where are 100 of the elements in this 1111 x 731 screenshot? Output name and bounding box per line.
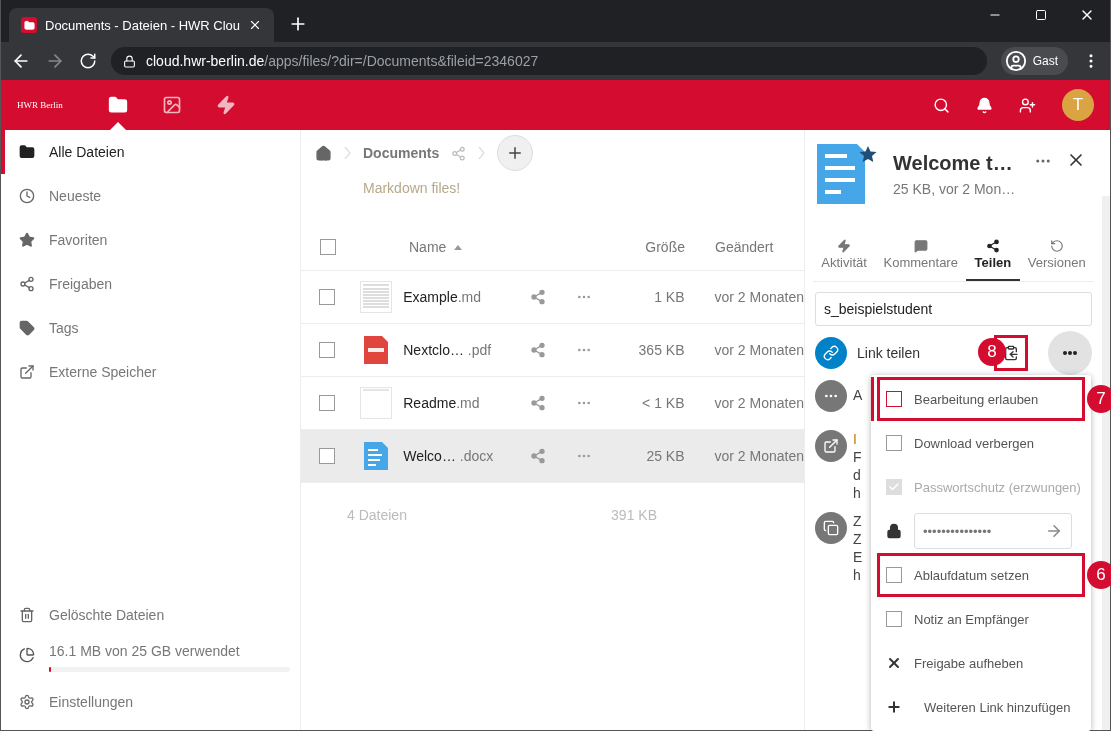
menu-item[interactable]: Ablaufdatum setzen: [877, 553, 1085, 597]
file-modified: vor 2 Monaten: [713, 342, 804, 358]
star-icon: [19, 232, 35, 248]
sidebar-item[interactable]: Freigaben: [1, 262, 300, 306]
menu-item[interactable]: Download verbergen: [877, 421, 1085, 465]
panel-tab[interactable]: Kommentare: [875, 230, 967, 281]
total-size: 391 KB: [610, 507, 657, 523]
folder-description: Markdown files!: [363, 180, 461, 196]
external-link-icon: [815, 430, 847, 462]
share-search-field[interactable]: s_beispielstudent: [815, 292, 1092, 326]
sidebar-item[interactable]: Einstellungen: [1, 680, 300, 724]
home-icon[interactable]: [315, 144, 332, 162]
share-icon: [19, 276, 35, 292]
step-marker: 6: [1087, 561, 1111, 589]
file-info: 25 KB, vor 2 Mon…: [893, 181, 1017, 197]
row-checkbox[interactable]: [319, 342, 335, 358]
row-checkbox[interactable]: [319, 289, 335, 305]
close-icon: [886, 655, 902, 671]
select-all-checkbox[interactable]: [320, 239, 336, 255]
plus-icon: [886, 699, 902, 715]
share-entry-text: d: [853, 466, 862, 484]
checkbox[interactable]: [886, 435, 902, 451]
document-icon: [364, 442, 389, 470]
text-preview-icon: [360, 281, 393, 313]
breadcrumb[interactable]: Documents: [363, 145, 440, 161]
more-icon: [1063, 351, 1077, 355]
chevron-icon: [478, 146, 486, 160]
lock-icon: [886, 523, 902, 539]
sidebar-item[interactable]: Gelöschte Dateien: [1, 593, 300, 637]
file-name[interactable]: Nextclo… .pdf: [399, 342, 515, 358]
password-field[interactable]: •••••••••••••••: [914, 513, 1072, 549]
panel-tab[interactable]: Aktivität: [813, 230, 876, 281]
file-size: 1 KB: [653, 289, 685, 305]
more-button[interactable]: [1048, 331, 1092, 375]
sidebar-item[interactable]: Favoriten: [1, 218, 300, 262]
share-entry-text: h: [853, 566, 862, 584]
pie-chart-icon: [19, 647, 35, 663]
chevron-icon: [344, 146, 351, 160]
document-icon: [815, 142, 879, 206]
new-button[interactable]: [497, 135, 534, 171]
share-entry-text: Z: [853, 512, 863, 530]
lock-icon: [123, 54, 136, 68]
search-icon[interactable]: [933, 96, 950, 114]
user-icon: [1004, 50, 1027, 72]
folder-icon: [19, 144, 35, 160]
menu-item[interactable]: Notiz an Empfänger: [877, 597, 1085, 641]
file-name[interactable]: Readme.md: [399, 395, 515, 411]
contacts-icon[interactable]: [1019, 96, 1036, 114]
address-bar[interactable]: cloud.hwr-berlin.de/apps/files/?dir=/Documents&fileid=2346027: [111, 47, 987, 75]
check-icon: [888, 481, 900, 493]
step-marker: 8: [978, 338, 1006, 366]
menu-item[interactable]: Freigabe aufheben: [877, 641, 1085, 685]
share-entry-text: F: [853, 448, 862, 466]
trash-icon: [19, 607, 35, 623]
arrow-right-icon[interactable]: [1045, 522, 1063, 540]
column-header[interactable]: Name: [409, 239, 559, 255]
share-link-label: Link teilen: [857, 345, 921, 361]
file-modified: vor 2 Monaten: [713, 289, 804, 305]
step-marker: 7: [1087, 385, 1111, 413]
reload-icon[interactable]: [79, 52, 97, 70]
sidebar-item[interactable]: Tags: [1, 306, 300, 350]
file-row[interactable]: Welco… .docx 25 KB vor 2 Monaten: [301, 430, 804, 483]
share-icon: [985, 239, 1000, 253]
file-name[interactable]: Example.md: [399, 289, 515, 305]
comment-icon: [913, 239, 928, 253]
column-header[interactable]: Größe: [559, 239, 685, 255]
checkbox[interactable]: [886, 611, 902, 627]
tag-icon: [19, 320, 35, 336]
quota-text: 16.1 MB von 25 GB verwendet: [49, 643, 241, 659]
file-modified: vor 2 Monaten: [713, 395, 804, 411]
history-icon: [1049, 239, 1064, 253]
lightning-icon: [837, 239, 852, 253]
panel-tab[interactable]: Versionen: [1019, 230, 1094, 281]
link-icon: [815, 337, 847, 369]
sidebar-item[interactable]: Externe Speicher: [1, 350, 300, 394]
share-icon[interactable]: [451, 145, 467, 161]
sidebar-item[interactable]: Neueste: [1, 174, 300, 218]
checkbox[interactable]: [886, 391, 902, 407]
checkbox[interactable]: [886, 567, 902, 583]
file-size: 365 KB: [637, 342, 685, 358]
row-checkbox[interactable]: [319, 448, 335, 464]
row-checkbox[interactable]: [319, 395, 335, 411]
share-entry-text: E: [853, 548, 863, 566]
file-size: 25 KB: [645, 448, 685, 464]
file-name[interactable]: Welco… .docx: [399, 448, 515, 464]
folder-icon: [21, 17, 37, 33]
panel-tab[interactable]: Teilen: [966, 230, 1020, 281]
windows-icon: [815, 512, 847, 544]
column-header[interactable]: Geändert: [685, 239, 774, 255]
bell-icon[interactable]: [976, 96, 993, 114]
profile-button[interactable]: Gast: [1000, 47, 1068, 75]
browser-tab[interactable]: Documents - Dateien - HWR Clou: [9, 8, 275, 42]
blank-page-icon: [360, 387, 393, 419]
settings-icon: [19, 694, 35, 710]
share-entry-text: I: [853, 430, 858, 448]
file-count: 4 Dateien: [347, 507, 408, 523]
menu-item[interactable]: Weiteren Link hinzufügen: [877, 685, 1085, 729]
menu-item[interactable]: Bearbeitung erlauben: [877, 377, 1085, 421]
sidebar-item[interactable]: Alle Dateien: [1, 130, 300, 174]
pdf-file-icon: [364, 336, 389, 364]
